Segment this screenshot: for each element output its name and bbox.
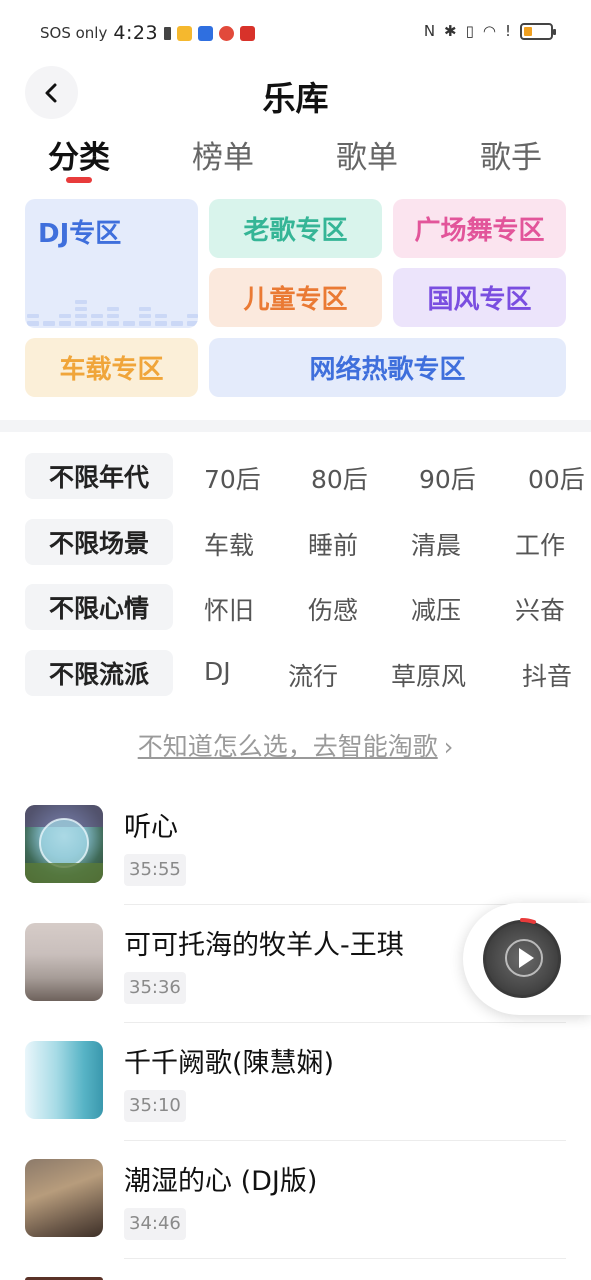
play-icon[interactable] (504, 938, 544, 978)
chevron-right-icon: › (443, 733, 454, 761)
filter-scene-selected[interactable]: 不限场景 (25, 519, 173, 565)
song-duration: 34:46 (124, 1208, 186, 1240)
song-title: 听心 (124, 812, 178, 843)
filter-era-selected[interactable]: 不限年代 (25, 453, 173, 499)
song-row[interactable]: 潮湿的心 (DJ版) 34:46 (0, 1159, 591, 1277)
category-square-dance-label: 广场舞专区 (414, 216, 545, 246)
filter-option[interactable]: 80后 (311, 460, 368, 496)
song-title: 潮湿的心 (DJ版) (124, 1166, 318, 1197)
filter-option[interactable]: 睡前 (308, 526, 358, 562)
tab-artists[interactable]: 歌手 (480, 132, 542, 177)
tab-active-indicator (66, 177, 92, 183)
category-oldies[interactable]: 老歌专区 (209, 199, 382, 258)
bluetooth-icon: ✱ (444, 22, 457, 40)
filter-mood-selected[interactable]: 不限心情 (25, 584, 173, 630)
song-duration: 35:10 (124, 1090, 186, 1122)
nfc-icon: N (423, 22, 436, 40)
mini-player[interactable] (463, 903, 591, 1015)
category-internet-hits[interactable]: 网络热歌专区 (209, 338, 566, 397)
smart-pick-label: 不知道怎么选，去智能淘歌 (137, 732, 438, 761)
filter-option[interactable]: 兴奋 (515, 591, 565, 627)
sos-indicator: SOS only (40, 24, 108, 42)
wifi-icon: ◠ (482, 22, 496, 40)
category-children[interactable]: 儿童专区 (209, 268, 382, 327)
notification-app-icon (240, 25, 256, 41)
smart-pick-link[interactable]: 不知道怎么选，去智能淘歌 › (0, 727, 591, 763)
filter-option[interactable]: 70后 (204, 460, 261, 496)
cover-art (25, 805, 103, 883)
tab-charts[interactable]: 榜单 (192, 132, 254, 177)
filter-row-mood: 不限心情 怀旧 伤感 减压 兴奋 (0, 584, 591, 630)
filter-genre-selected[interactable]: 不限流派 (25, 650, 173, 696)
filter-option[interactable]: 抖音 (522, 657, 572, 693)
filter-option[interactable]: 清晨 (411, 526, 461, 562)
category-oldies-label: 老歌专区 (243, 216, 348, 246)
song-title: 可可托海的牧羊人-王琪 (124, 930, 404, 961)
tab-category[interactable]: 分类 (48, 132, 110, 177)
row-divider (124, 1022, 566, 1023)
tab-playlists[interactable]: 歌单 (336, 132, 398, 177)
status-bar: SOS only 4:23 N ✱ ▯ ◠ ! (0, 0, 591, 64)
category-square-dance[interactable]: 广场舞专区 (393, 199, 566, 258)
category-dj-label: DJ专区 (38, 219, 122, 249)
song-cover (25, 1159, 103, 1237)
row-divider (124, 1140, 566, 1141)
section-divider (0, 420, 591, 432)
filter-row-era: 不限年代 70后 80后 90后 00后 (0, 453, 591, 499)
filter-option[interactable]: 90后 (419, 460, 476, 496)
alert-icon: ! (504, 22, 511, 40)
status-bar-right: N ✱ ▯ ◠ ! (423, 22, 556, 40)
battery-icon (520, 22, 556, 40)
category-chinese-style[interactable]: 国风专区 (393, 268, 566, 327)
filter-option[interactable]: DJ (204, 657, 231, 686)
header: 乐库 (0, 64, 591, 124)
song-duration: 35:55 (124, 854, 186, 886)
notification-app-icon (177, 25, 193, 41)
filter-row-scene: 不限场景 车载 睡前 清晨 工作 (0, 519, 591, 565)
filter-option[interactable]: 流行 (288, 657, 338, 693)
row-divider (124, 1258, 566, 1259)
status-bar-left: SOS only 4:23 (40, 22, 256, 44)
tab-bar: 分类 榜单 歌单 歌手 (0, 132, 591, 188)
category-car-label: 车载专区 (59, 355, 164, 385)
filter-option[interactable]: 00后 (528, 460, 585, 496)
category-chinese-style-label: 国风专区 (427, 285, 532, 315)
battery-level (524, 26, 532, 36)
category-car[interactable]: 车载专区 (25, 338, 198, 397)
song-cover (25, 923, 103, 1001)
category-children-label: 儿童专区 (243, 285, 348, 315)
filter-option[interactable]: 怀旧 (204, 591, 254, 627)
row-divider (124, 904, 566, 905)
category-dj[interactable]: DJ专区 (25, 199, 198, 328)
filter-option[interactable]: 车载 (204, 526, 254, 562)
notification-app-icon (198, 25, 214, 41)
filter-option[interactable]: 工作 (515, 526, 565, 562)
filter-option[interactable]: 减压 (411, 591, 461, 627)
notification-app-icon (219, 25, 235, 41)
vibrate-icon: ▯ (465, 22, 474, 40)
song-title: 千千阙歌(陳慧娴) (124, 1048, 335, 1079)
category-internet-hits-label: 网络热歌专区 (309, 355, 466, 385)
page-title: 乐库 (262, 79, 329, 118)
song-cover (25, 805, 103, 883)
sim-icon (164, 26, 172, 40)
filter-row-genre: 不限流派 DJ 流行 草原风 抖音 (0, 650, 591, 696)
song-row[interactable]: 千千阙歌(陳慧娴) 35:10 (0, 1041, 591, 1159)
song-duration: 35:36 (124, 972, 186, 1004)
song-cover (25, 1041, 103, 1119)
filter-option[interactable]: 草原风 (391, 657, 466, 693)
filter-option[interactable]: 伤感 (308, 591, 358, 627)
equalizer-icon (27, 300, 198, 326)
clock: 4:23 (113, 22, 159, 44)
